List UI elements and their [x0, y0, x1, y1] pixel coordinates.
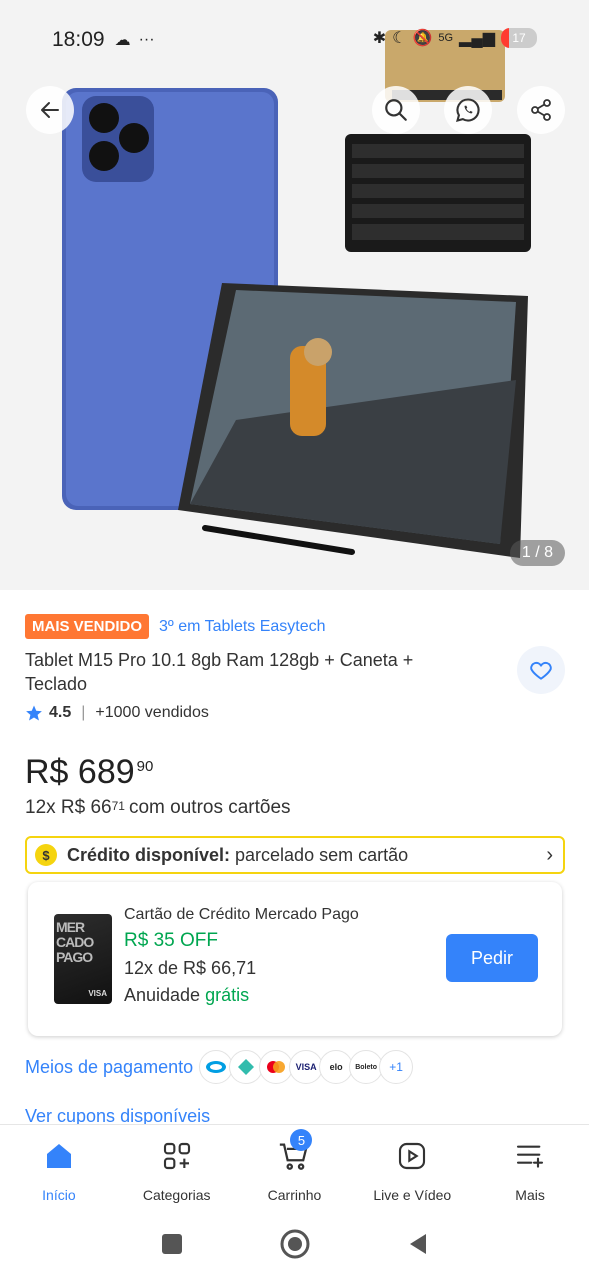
category-rank-link[interactable]: 3º em Tablets Easytech: [159, 618, 326, 636]
fee-value: grátis: [205, 985, 250, 1005]
categories-icon: [160, 1139, 194, 1173]
chevron-right-icon: ›: [546, 843, 553, 866]
request-card-button[interactable]: Pedir: [446, 934, 538, 982]
back-button[interactable]: [26, 86, 74, 134]
fee-label: Anuidade: [124, 985, 206, 1005]
credit-text: Crédito disponível: parcelado sem cartão: [67, 845, 408, 866]
search-icon: [385, 99, 407, 121]
mute-icon: 🔕: [412, 30, 433, 47]
installments-amount: 12x R$ 66: [25, 797, 112, 818]
favorite-button[interactable]: [517, 646, 565, 694]
nav-categories-label: Categorias: [142, 1187, 211, 1203]
battery-icon: 17: [501, 28, 537, 48]
offer-annual-fee: Anuidade grátis: [124, 985, 249, 1006]
credit-description: parcelado sem cartão: [230, 844, 409, 865]
product-image: [62, 30, 531, 558]
share-button[interactable]: [517, 86, 565, 134]
card-brand: VISA: [88, 989, 107, 998]
nav-more[interactable]: Mais: [471, 1125, 589, 1208]
installments: 12x R$ 66 71 com outros cartões: [25, 797, 291, 819]
elo-icon: elo: [319, 1050, 354, 1084]
price-main: R$ 689: [25, 753, 135, 791]
signal-icon: 5G: [438, 32, 454, 44]
mastercard-icon: [259, 1050, 294, 1084]
product-title: Tablet M15 Pro 10.1 8gb Ram 128gb + Cane…: [25, 650, 414, 694]
price-cents: 90: [136, 758, 154, 775]
mercadopago-card-image: MER CADO PAGO VISA: [54, 914, 112, 1004]
rating-value: 4.5: [49, 704, 72, 721]
mercadopago-icon: [199, 1050, 234, 1084]
system-navigation-bar: [0, 1208, 589, 1280]
nav-live-video-label: Live e Vídeo: [373, 1187, 452, 1203]
nav-live-video[interactable]: Live e Vídeo: [353, 1125, 471, 1208]
visa-icon: VISA: [289, 1050, 324, 1084]
bluetooth-icon: ✱: [372, 30, 387, 47]
nav-more-label: Mais: [515, 1187, 545, 1203]
nav-categories[interactable]: Categorias: [118, 1125, 236, 1208]
whatsapp-icon: [456, 98, 480, 122]
credit-available-bar[interactable]: $ Crédito disponível: parcelado sem cart…: [25, 836, 565, 874]
home-icon: [42, 1139, 76, 1173]
status-bar: 18:09 ☁ ··· ✱ ☾ 🔕 5G ▂▄▆ 17: [0, 0, 589, 80]
moon-icon: ☾: [392, 30, 407, 47]
nav-cart-label: Carrinho: [267, 1187, 322, 1203]
boleto-icon: Boleto: [349, 1050, 384, 1084]
nav-cart[interactable]: 5 Carrinho: [236, 1125, 354, 1208]
installments-cents: 71: [111, 799, 125, 813]
rating-row[interactable]: 4.5 | +1000 vendidos: [25, 704, 209, 722]
play-video-icon: [395, 1139, 429, 1173]
share-icon: [531, 99, 551, 121]
pix-icon: [229, 1050, 264, 1084]
whatsapp-share-button[interactable]: [444, 86, 492, 134]
image-counter: 1 / 8: [509, 540, 565, 566]
product-image-gallery[interactable]: 1 / 8: [0, 0, 589, 590]
bottom-navigation: Início Categorias 5 Carrinho Live e Víde…: [0, 1124, 589, 1208]
menu-plus-icon: [513, 1139, 547, 1173]
offer-discount: R$ 35 OFF: [124, 930, 218, 951]
star-icon: [26, 705, 42, 721]
arrow-left-icon: [41, 102, 59, 118]
divider: |: [81, 704, 86, 721]
home-system-button[interactable]: [280, 1229, 310, 1259]
installments-suffix: com outros cartões: [128, 797, 291, 818]
search-button[interactable]: [372, 86, 420, 134]
more-dots-icon: ···: [138, 31, 155, 48]
offer-installments: 12x de R$ 66,71: [124, 958, 257, 978]
nav-home-label: Início: [42, 1187, 76, 1203]
sold-count: +1000 vendidos: [95, 704, 209, 721]
nav-home[interactable]: Início: [0, 1125, 118, 1208]
payment-methods[interactable]: Meios de pagamento VISA elo Boleto +1: [25, 1050, 414, 1084]
credit-label: Crédito disponível:: [67, 844, 231, 865]
more-payments-badge: +1: [379, 1050, 414, 1084]
signal-bars-icon: ▂▄▆: [459, 30, 495, 47]
payment-methods-link[interactable]: Meios de pagamento: [25, 1057, 193, 1078]
status-time: 18:09: [52, 28, 105, 51]
cloud-icon: ☁: [114, 32, 131, 49]
price: R$ 689 90: [25, 752, 153, 792]
offer-title: Cartão de Crédito Mercado Pago: [124, 906, 359, 923]
coin-icon: $: [35, 844, 57, 866]
credit-card-offer: MER CADO PAGO VISA Cartão de Crédito Mer…: [28, 882, 562, 1036]
best-seller-badge: MAIS VENDIDO: [25, 614, 150, 639]
back-system-button[interactable]: [406, 1232, 430, 1256]
recent-apps-button[interactable]: [160, 1232, 184, 1256]
heart-icon: [530, 661, 552, 680]
card-logo-text: MER CADO PAGO: [56, 919, 94, 965]
